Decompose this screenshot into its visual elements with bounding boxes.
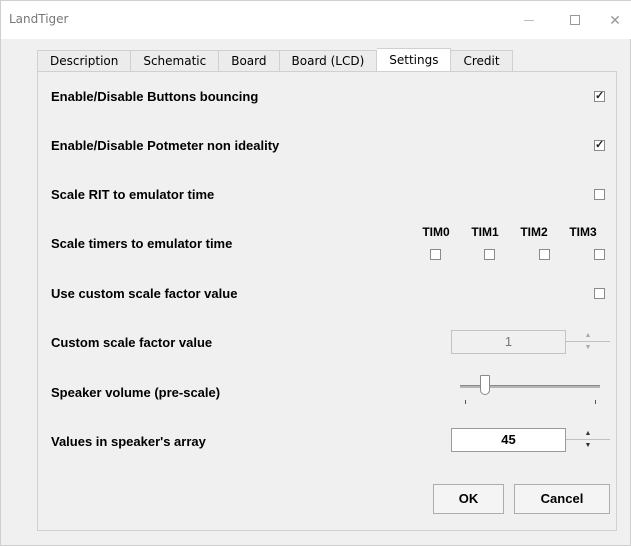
- scale-timers-label: Scale timers to emulator time: [51, 236, 233, 251]
- speaker-volume-slider-thumb[interactable]: [480, 375, 491, 395]
- tab-schematic[interactable]: Schematic: [131, 50, 220, 71]
- landtiger-window: LandTiger ✕ Description Schematic Board …: [0, 0, 631, 546]
- scale-rit-checkbox[interactable]: [594, 189, 605, 200]
- custom-scale-value-label: Custom scale factor value: [51, 335, 213, 350]
- spin-down-icon[interactable]: ▼: [566, 342, 610, 353]
- custom-scale-value-spinbox[interactable]: 1 ▲ ▼: [451, 330, 610, 354]
- minimize-icon: [524, 19, 534, 21]
- custom-scale-value-field[interactable]: 1: [452, 331, 565, 353]
- speaker-array-label: Values in speaker's array: [51, 434, 206, 449]
- maximize-icon: [570, 15, 580, 25]
- cancel-button[interactable]: Cancel: [514, 484, 610, 514]
- custom-scale-value-arrows: ▲ ▼: [565, 330, 610, 354]
- ok-button[interactable]: OK: [433, 484, 504, 514]
- tim2-checkbox[interactable]: [539, 249, 550, 260]
- speaker-array-arrows: ▲ ▼: [565, 428, 610, 452]
- tim1-label: TIM1: [471, 225, 499, 239]
- tim1-checkbox[interactable]: [484, 249, 495, 260]
- tim2-label: TIM2: [520, 225, 548, 239]
- tab-board-lcd[interactable]: Board (LCD): [279, 50, 378, 71]
- speaker-volume-label: Speaker volume (pre-scale): [51, 385, 221, 400]
- tim0-checkbox[interactable]: [430, 249, 441, 260]
- tab-description[interactable]: Description: [37, 50, 132, 71]
- tab-board[interactable]: Board: [219, 50, 280, 71]
- slider-tick-min: [465, 400, 466, 404]
- speaker-array-field[interactable]: 45: [452, 429, 565, 451]
- settings-panel: Enable/Disable Buttons bouncing ✓ Enable…: [37, 71, 617, 531]
- tab-settings[interactable]: Settings: [377, 48, 452, 71]
- maximize-button[interactable]: [555, 1, 595, 39]
- buttons-bouncing-checkbox[interactable]: ✓: [594, 91, 605, 102]
- tim3-label: TIM3: [569, 225, 597, 239]
- spin-up-icon[interactable]: ▲: [566, 428, 610, 440]
- scale-rit-label: Scale RIT to emulator time: [51, 187, 215, 202]
- window-title: LandTiger: [9, 12, 69, 26]
- tab-credit[interactable]: Credit: [451, 50, 513, 71]
- spin-up-icon[interactable]: ▲: [566, 330, 610, 342]
- buttons-bouncing-label: Enable/Disable Buttons bouncing: [51, 89, 259, 104]
- custom-scale-label: Use custom scale factor value: [51, 286, 238, 301]
- speaker-array-spinbox[interactable]: 45 ▲ ▼: [451, 428, 610, 452]
- minimize-button[interactable]: [509, 1, 549, 39]
- tab-strip: Description Schematic Board Board (LCD) …: [37, 48, 513, 71]
- potmeter-label: Enable/Disable Potmeter non ideality: [51, 138, 280, 153]
- close-icon: ✕: [609, 11, 621, 28]
- slider-tick-max: [595, 400, 596, 404]
- custom-scale-checkbox[interactable]: [594, 288, 605, 299]
- title-bar[interactable]: LandTiger ✕: [1, 1, 631, 39]
- spin-down-icon[interactable]: ▼: [566, 440, 610, 451]
- tim3-checkbox[interactable]: [594, 249, 605, 260]
- tim0-label: TIM0: [422, 225, 450, 239]
- close-button[interactable]: ✕: [595, 1, 631, 39]
- potmeter-checkbox[interactable]: ✓: [594, 140, 605, 151]
